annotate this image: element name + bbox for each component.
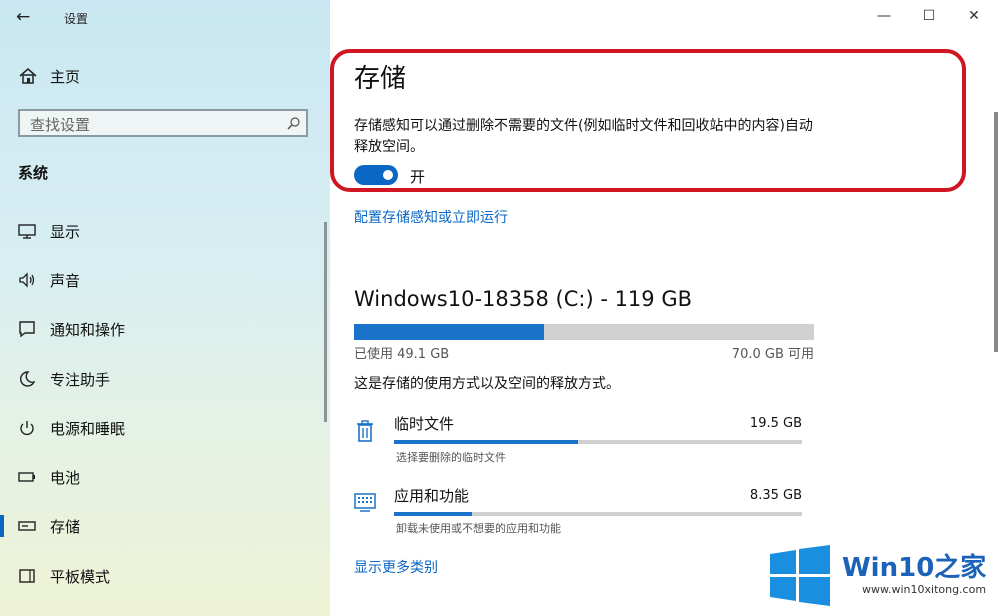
close-icon[interactable]: ✕ (964, 8, 984, 24)
back-arrow-icon[interactable]: ← (16, 7, 30, 27)
drive-usage-bar (354, 324, 814, 340)
selected-indicator (0, 515, 4, 537)
sidebar: ← 设置 主页 查找设置 系统 显示 声音 通知和操作 专注助手 电源和睡眠 电… (0, 0, 330, 616)
title-bar: ← 设置 (0, 0, 330, 36)
search-placeholder: 查找设置 (30, 116, 91, 134)
storage-sense-description: 存储感知可以通过删除不需要的文件(例如临时文件和回收站中的内容)自动释放空间。 (354, 118, 813, 155)
search-input[interactable]: 查找设置 (18, 109, 308, 137)
minimize-icon[interactable]: — (874, 8, 894, 24)
sidebar-item-battery[interactable]: 电池 (0, 462, 330, 492)
free-space-label: 70.0 GB 可用 (731, 347, 814, 362)
toggle-knob (383, 170, 393, 180)
category-usage-fill (394, 512, 472, 516)
category-size: 19.5 GB (749, 416, 802, 431)
battery-icon (18, 472, 35, 482)
category-size: 8.35 GB (749, 488, 802, 503)
used-space-label: 已使用 49.1 GB (354, 347, 450, 362)
windows-logo-watermark (770, 545, 830, 606)
speaker-icon (19, 272, 35, 288)
category-subtitle: 选择要删除的临时文件 (396, 451, 506, 464)
category-usage-bar (394, 440, 802, 444)
configure-storage-sense-link[interactable]: 配置存储感知或立即运行 (354, 207, 508, 227)
sidebar-item-label: 存储 (50, 518, 81, 536)
moon-icon (20, 371, 36, 387)
home-icon (19, 68, 37, 84)
main-content: — ☐ ✕ 存储 存储感知可以通过删除不需要的文件(例如临时文件和回收站中的内容… (330, 0, 1000, 616)
sidebar-item-label: 显示 (50, 223, 81, 241)
storage-icon (18, 521, 36, 531)
sidebar-item-notifications[interactable]: 通知和操作 (0, 314, 330, 344)
sidebar-item-sound[interactable]: 声音 (0, 265, 330, 295)
main-scrollbar[interactable] (994, 112, 998, 352)
keyboard-icon (354, 493, 376, 512)
sidebar-item-storage[interactable]: 存储 (0, 511, 330, 541)
usage-explanation: 这是存储的使用方式以及空间的释放方式。 (354, 376, 620, 392)
category-name: 临时文件 (394, 415, 455, 433)
watermark-brand: Win10之家 (842, 553, 987, 583)
category-usage-bar (394, 512, 802, 516)
storage-sense-toggle[interactable] (354, 165, 398, 185)
sidebar-item-tablet-mode[interactable]: 平板模式 (0, 561, 330, 591)
drive-title: Windows10-18358 (C:) - 119 GB (354, 287, 693, 311)
sidebar-item-focus-assist[interactable]: 专注助手 (0, 364, 330, 394)
sidebar-item-label: 专注助手 (50, 371, 111, 389)
toggle-state-label: 开 (410, 168, 426, 186)
page-title: 存储 (354, 64, 407, 94)
sidebar-scrollbar[interactable] (324, 222, 327, 422)
sidebar-item-label: 电源和睡眠 (50, 420, 126, 438)
power-icon (20, 421, 34, 436)
home-label: 主页 (50, 67, 81, 86)
sidebar-item-label: 声音 (50, 272, 81, 290)
tablet-icon (19, 569, 35, 583)
maximize-icon[interactable]: ☐ (919, 8, 939, 24)
home-nav-item[interactable]: 主页 (18, 65, 80, 87)
search-icon[interactable] (287, 117, 300, 130)
category-name: 应用和功能 (394, 487, 470, 505)
sidebar-item-display[interactable]: 显示 (0, 216, 330, 246)
sidebar-item-label: 电池 (50, 469, 81, 487)
category-usage-fill (394, 440, 578, 444)
section-title: 系统 (18, 164, 49, 182)
notification-icon (19, 321, 35, 338)
app-title: 设置 (64, 12, 89, 26)
monitor-icon (18, 224, 36, 239)
sidebar-item-label: 通知和操作 (50, 321, 126, 339)
sidebar-item-power-sleep[interactable]: 电源和睡眠 (0, 413, 330, 443)
show-more-categories-link[interactable]: 显示更多类别 (354, 557, 438, 577)
watermark-url: www.win10xitong.com (862, 583, 987, 596)
category-subtitle: 卸载未使用或不想要的应用和功能 (396, 522, 561, 535)
sidebar-item-label: 平板模式 (50, 568, 111, 586)
drive-usage-fill (354, 324, 544, 340)
trash-icon (357, 420, 373, 442)
